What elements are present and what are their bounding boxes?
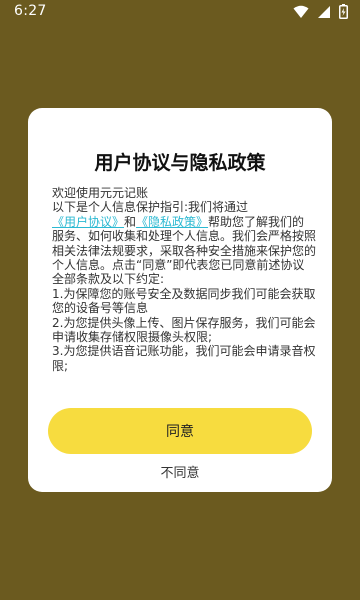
disagree-button[interactable]: 不同意 (28, 462, 332, 481)
battery-icon (339, 4, 348, 19)
greeting-text: 欢迎使用元元记账 (52, 186, 149, 200)
status-time: 6:27 (14, 3, 47, 19)
privacy-dialog: 用户协议与隐私政策 欢迎使用元元记账 以下是个人信息保护指引:我们将通过《用户协… (28, 108, 332, 492)
privacy-policy-link[interactable]: 《隐私政策》 (136, 215, 208, 229)
dialog-title: 用户协议与隐私政策 (94, 152, 266, 174)
status-icons (293, 4, 348, 19)
intro-prefix-text: 以下是个人信息保护指引:我们将通过 (52, 200, 249, 215)
user-agreement-link[interactable]: 《用户协议》 (52, 215, 124, 229)
term-item-1: 1.为保障您的账号安全及数据同步我们可能会获取您的设备号等信息 (52, 286, 316, 316)
cellular-signal-icon (317, 5, 331, 19)
agree-button[interactable]: 同意 (48, 408, 312, 454)
status-bar: 6:27 (0, 0, 360, 24)
and-text: 和 (124, 214, 137, 229)
term-item-2: 2.为您提供头像上传、图片保存服务，我们可能会申请收集存储权限摄像头权限; (52, 315, 316, 345)
dialog-body: 欢迎使用元元记账 以下是个人信息保护指引:我们将通过《用户协议》和《隐私政策》帮… (52, 186, 316, 373)
wifi-icon (293, 5, 309, 19)
intro-paragraph: 以下是个人信息保护指引:我们将通过《用户协议》和《隐私政策》帮助您了解我们的服务… (52, 200, 316, 286)
term-item-3: 3.为您提供语音记账功能，我们可能会申请录音权限; (52, 344, 316, 373)
